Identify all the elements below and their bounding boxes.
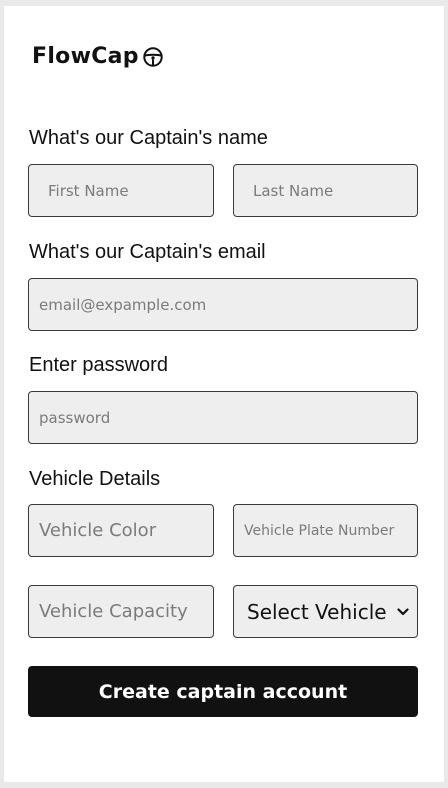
vehicle-type-selected-value: Select Vehicle	[247, 599, 387, 624]
brand-logo: FlowCap	[32, 44, 164, 69]
signup-card: FlowCap What's our Captain's name What's…	[4, 6, 444, 782]
vehicle-plate-input[interactable]	[233, 504, 418, 557]
email-input[interactable]	[28, 278, 418, 331]
password-label: Enter password	[29, 354, 168, 376]
password-input[interactable]	[28, 391, 418, 444]
last-name-input[interactable]	[233, 164, 418, 217]
first-name-input[interactable]	[28, 164, 214, 217]
name-label: What's our Captain's name	[29, 127, 268, 149]
vehicle-details-label: Vehicle Details	[29, 468, 161, 490]
create-captain-account-button[interactable]: Create captain account	[28, 666, 418, 717]
steering-wheel-icon	[143, 46, 163, 67]
email-label: What's our Captain's email	[29, 241, 266, 263]
chevron-down-icon	[397, 607, 409, 615]
vehicle-type-select[interactable]: Select Vehicle	[233, 585, 418, 638]
vehicle-capacity-input[interactable]	[28, 585, 214, 638]
brand-name: FlowCap	[32, 44, 139, 69]
vehicle-color-input[interactable]	[28, 504, 214, 557]
